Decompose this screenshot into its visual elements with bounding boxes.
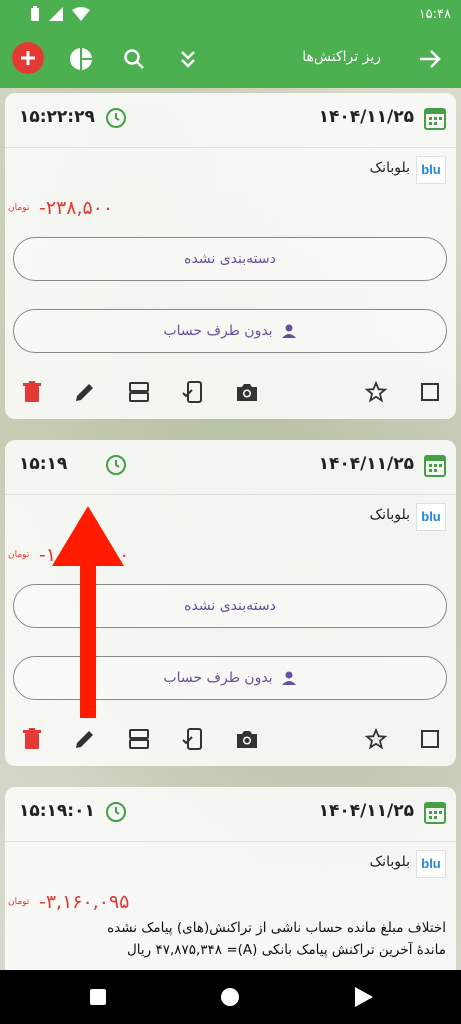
transaction-amount: -۲۳۸,۵۰۰ xyxy=(39,197,114,219)
page-title: ریز تراکنش‌ها xyxy=(302,49,381,65)
delete-button[interactable] xyxy=(19,379,45,405)
person-icon xyxy=(281,324,296,338)
pencil-icon xyxy=(76,731,93,748)
battery-icon xyxy=(31,6,39,21)
pie-chart-icon xyxy=(70,48,92,70)
back-triangle-icon[interactable] xyxy=(355,987,373,1007)
status-icons xyxy=(30,6,90,22)
clock-icon xyxy=(106,802,126,822)
signal-icon xyxy=(49,7,63,21)
category-label: دسته‌بندی نشده xyxy=(184,251,276,267)
mobile-check-button[interactable] xyxy=(180,726,206,752)
select-checkbox[interactable] xyxy=(417,379,443,405)
trash-icon xyxy=(23,381,41,402)
favorite-button[interactable] xyxy=(363,726,389,752)
add-button[interactable] xyxy=(12,42,44,74)
calendar-icon xyxy=(424,802,446,824)
plus-icon xyxy=(21,51,35,65)
app-bar: ریز تراکنش‌ها xyxy=(0,30,461,88)
transaction-amount: -۳,۱۶۰,۰۹۵ xyxy=(39,891,130,913)
trash-icon xyxy=(23,728,41,749)
chart-button[interactable] xyxy=(67,45,95,73)
camera-icon xyxy=(237,384,257,401)
bank-logo: blu xyxy=(416,503,446,531)
currency-label: تومان xyxy=(8,203,30,213)
card-divider xyxy=(5,494,456,495)
currency-label: تومان xyxy=(8,897,30,907)
status-bar: ۱۵:۴۸ xyxy=(0,0,461,30)
transactions-list[interactable]: ۱۵:۲۲:۲۹ ۱۴۰۴/۱۱/۲۵ blu بلوبانک -۲۳۸,۵۰۰… xyxy=(0,88,461,970)
checkbox-icon xyxy=(421,730,439,748)
select-checkbox[interactable] xyxy=(417,726,443,752)
transaction-card[interactable]: ۱۵:۱۹:۰۱ ۱۴۰۴/۱۱/۲۵ blu بلوبانک -۳,۱۶۰,۰… xyxy=(5,787,456,970)
calendar-icon xyxy=(424,455,446,477)
mobile-check-icon xyxy=(182,381,202,403)
card-actions xyxy=(5,379,456,409)
search-button[interactable] xyxy=(120,45,148,73)
account-party-button[interactable]: بدون طرف حساب xyxy=(13,309,447,353)
category-button[interactable]: دسته‌بندی نشده xyxy=(13,237,447,281)
clock-icon xyxy=(106,108,126,128)
status-time: ۱۵:۴۸ xyxy=(418,7,451,22)
recents-button[interactable] xyxy=(90,989,106,1005)
mobile-check-icon xyxy=(182,728,202,750)
transaction-date: ۱۴۰۴/۱۱/۲۵ xyxy=(318,107,414,127)
bank-name: بلوبانک xyxy=(369,507,410,523)
description-line: ماندهٔ آخرین تراکنش پیامک بانکی (A)= ۴۷,… xyxy=(126,942,446,958)
person-icon xyxy=(281,671,296,685)
bank-name: بلوبانک xyxy=(369,854,410,870)
card-divider xyxy=(5,841,456,842)
delete-button[interactable] xyxy=(19,726,45,752)
back-button[interactable] xyxy=(415,44,445,74)
account-party-label: بدون طرف حساب xyxy=(163,670,273,686)
currency-label: تومان xyxy=(8,550,30,560)
bank-logo: blu xyxy=(416,156,446,184)
card-divider xyxy=(5,147,456,148)
checkbox-icon xyxy=(421,383,439,401)
star-outline-icon xyxy=(365,381,387,403)
transaction-date: ۱۴۰۴/۱۱/۲۵ xyxy=(318,801,414,821)
annotation-arrow xyxy=(52,506,124,718)
edit-button[interactable] xyxy=(72,379,98,405)
star-outline-icon xyxy=(365,728,387,750)
transaction-time: ۱۵:۱۹ xyxy=(19,454,68,474)
bank-name: بلوبانک xyxy=(369,160,410,176)
home-button[interactable] xyxy=(221,988,239,1006)
calendar-icon xyxy=(424,108,446,130)
clock-icon xyxy=(106,455,126,475)
bank-logo: blu xyxy=(416,850,446,878)
transaction-date: ۱۴۰۴/۱۱/۲۵ xyxy=(318,454,414,474)
camera-button[interactable] xyxy=(234,726,260,752)
camera-icon xyxy=(237,731,257,748)
transaction-time: ۱۵:۲۲:۲۹ xyxy=(19,107,95,127)
double-chevron-down-icon xyxy=(181,51,195,68)
transaction-description: اختلاف مبلغ مانده حساب ناشی از تراکنش(ها… xyxy=(15,917,446,961)
split-button[interactable] xyxy=(126,726,152,752)
expand-all-button[interactable] xyxy=(174,45,202,73)
arrow-right-icon xyxy=(420,50,441,68)
split-rows-icon xyxy=(129,729,149,749)
wifi-icon xyxy=(72,7,90,21)
edit-button[interactable] xyxy=(72,726,98,752)
system-nav-bar xyxy=(0,970,461,1024)
transaction-card[interactable]: ۱۵:۲۲:۲۹ ۱۴۰۴/۱۱/۲۵ blu بلوبانک -۲۳۸,۵۰۰… xyxy=(5,93,456,419)
camera-button[interactable] xyxy=(234,379,260,405)
favorite-button[interactable] xyxy=(363,379,389,405)
account-party-label: بدون طرف حساب xyxy=(163,323,273,339)
card-actions xyxy=(5,726,456,756)
description-line: اختلاف مبلغ مانده حساب ناشی از تراکنش(ها… xyxy=(107,920,446,936)
transaction-time: ۱۵:۱۹:۰۱ xyxy=(19,801,95,821)
pencil-icon xyxy=(76,384,93,401)
split-rows-icon xyxy=(129,382,149,402)
category-label: دسته‌بندی نشده xyxy=(184,598,276,614)
split-button[interactable] xyxy=(126,379,152,405)
mobile-check-button[interactable] xyxy=(180,379,206,405)
search-icon xyxy=(124,49,144,69)
